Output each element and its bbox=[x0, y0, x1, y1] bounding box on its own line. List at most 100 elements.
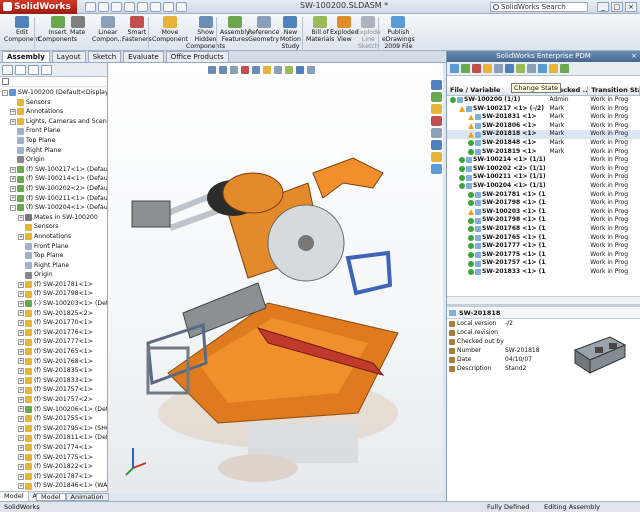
expand-toggle-icon[interactable]: + bbox=[18, 377, 24, 384]
tree-item[interactable]: + (f) SW-201765<1> bbox=[0, 347, 107, 357]
tree-item[interactable]: Right Plane bbox=[0, 261, 107, 271]
ribbon-button-move-component[interactable]: Move Component bbox=[152, 16, 188, 43]
tree-item[interactable]: + (f) SW-201781<1> bbox=[0, 280, 107, 290]
pdm-row[interactable]: SW-100202 <2> (1/1) Work in Prog bbox=[447, 165, 640, 174]
tree-item[interactable]: + (f) SW-100202<2> (Default<Di bbox=[0, 184, 107, 194]
expand-toggle-icon[interactable]: + bbox=[10, 166, 16, 173]
tree-item[interactable]: + (f) SW-201775<1> bbox=[0, 453, 107, 463]
pdm-row[interactable]: SW-201777 <1> (1/1) Work in Prog bbox=[447, 242, 640, 251]
solidworks-menu-button[interactable]: SolidWorks bbox=[0, 0, 77, 14]
pdm-row[interactable]: SW-100214 <1> (1/1) Work in Prog bbox=[447, 156, 640, 165]
close-icon[interactable]: × bbox=[625, 2, 637, 12]
expand-toggle-icon[interactable]: + bbox=[18, 454, 24, 461]
property-manager-tab-icon[interactable] bbox=[15, 64, 26, 75]
pdm-row[interactable]: SW-201781 <1> (1/1) Work in Prog bbox=[447, 191, 640, 200]
display-manager-tab-icon[interactable] bbox=[41, 64, 52, 75]
col-state[interactable]: Transition State bbox=[588, 86, 640, 95]
expand-toggle-icon[interactable]: + bbox=[18, 300, 24, 307]
tree-item[interactable]: + (f) SW-201811<1> (Default bbox=[0, 433, 107, 443]
pdm-row[interactable]: SW-201833 <1> (1/1) Work in Prog bbox=[447, 268, 640, 277]
pdm-row[interactable]: SW-201806 <1> Mark Work in Prog bbox=[447, 122, 640, 131]
expand-toggle-icon[interactable]: + bbox=[10, 108, 16, 115]
pdm-row[interactable]: SW-201798 <1> (1/1) Work in Prog bbox=[447, 216, 640, 225]
expand-toggle-icon[interactable]: + bbox=[18, 348, 24, 355]
custom-properties-icon[interactable] bbox=[431, 152, 442, 162]
tree-item[interactable]: + (f) SW-100211<1> (Default<Di bbox=[0, 194, 107, 204]
expand-toggle-icon[interactable]: + bbox=[10, 195, 16, 202]
view-palette-icon[interactable] bbox=[431, 128, 442, 138]
ribbon-button-assembly-features[interactable]: Assembly Features bbox=[220, 16, 250, 43]
tree-item[interactable]: + (f) SW-201755<1> bbox=[0, 414, 107, 424]
tree-item[interactable]: Sensors bbox=[0, 98, 107, 108]
pdm-row[interactable]: SW-201765 <1> (1/1) Work in Prog bbox=[447, 234, 640, 243]
pdm-row[interactable]: SW-201818 <1> Mark Work in Prog bbox=[447, 130, 640, 139]
history-icon[interactable] bbox=[527, 64, 536, 73]
expand-toggle-icon[interactable]: + bbox=[18, 339, 24, 346]
tree-item[interactable]: Origin bbox=[0, 155, 107, 165]
pdm-close-icon[interactable]: × bbox=[631, 51, 637, 62]
expand-toggle-icon[interactable]: - bbox=[2, 89, 8, 96]
search-results-icon[interactable] bbox=[431, 116, 442, 126]
tree-item[interactable]: + (-) SW-100203<1> (Default bbox=[0, 299, 107, 309]
open-icon[interactable] bbox=[97, 1, 109, 12]
search-vault-icon[interactable] bbox=[560, 64, 569, 73]
tab-model[interactable]: Model bbox=[0, 492, 29, 501]
pdm-row[interactable]: SW-100204 <1> (1/1) Work in Prog bbox=[447, 182, 640, 191]
tree-item[interactable]: + Annotations bbox=[0, 232, 107, 242]
expand-toggle-icon[interactable]: + bbox=[18, 310, 24, 317]
expand-toggle-icon[interactable]: + bbox=[18, 281, 24, 288]
tree-item[interactable]: + (f) SW-201774<1> bbox=[0, 443, 107, 453]
expand-toggle-icon[interactable]: + bbox=[18, 483, 24, 490]
expand-toggle-icon[interactable]: + bbox=[18, 435, 24, 442]
expand-toggle-icon[interactable]: + bbox=[18, 444, 24, 451]
graphics-area[interactable] bbox=[108, 63, 443, 493]
resources-icon[interactable] bbox=[431, 80, 442, 90]
expand-toggle-icon[interactable]: + bbox=[18, 387, 24, 394]
tree-item[interactable]: Front Plane bbox=[0, 126, 107, 136]
tab-evaluate[interactable]: Evaluate bbox=[123, 51, 164, 62]
tree-item[interactable]: + (f) SW-201825<2> bbox=[0, 309, 107, 319]
expand-toggle-icon[interactable]: + bbox=[10, 185, 16, 192]
configuration-tab-icon[interactable] bbox=[28, 64, 39, 75]
tree-item[interactable]: Origin bbox=[0, 270, 107, 280]
expand-toggle-icon[interactable]: + bbox=[10, 118, 16, 125]
new-icon[interactable] bbox=[84, 1, 96, 12]
tree-item[interactable]: + (f) SW-100214<1> (Default<Di bbox=[0, 174, 107, 184]
refresh-icon[interactable] bbox=[450, 64, 459, 73]
undo-icon[interactable] bbox=[136, 1, 148, 12]
rebuild-icon[interactable] bbox=[162, 1, 174, 12]
pdm-row[interactable]: SW-201831 <1> Mark Work in Prog bbox=[447, 113, 640, 122]
expand-toggle-icon[interactable]: + bbox=[18, 406, 24, 413]
pdm-row[interactable]: SW-201757 <1> (1/1) Work in Prog bbox=[447, 259, 640, 268]
tab-layout[interactable]: Layout bbox=[51, 51, 86, 62]
tree-item[interactable]: + (f) SW-201787<1> bbox=[0, 472, 107, 482]
pdm-row[interactable]: SW-100200 (1/1) Admin Work in Prog bbox=[447, 96, 640, 105]
undo-check-out-icon[interactable] bbox=[483, 64, 492, 73]
expand-toggle-icon[interactable]: + bbox=[18, 415, 24, 422]
pdm-row[interactable]: SW-100203 <1> (1/1) Work in Prog bbox=[447, 208, 640, 217]
tree-item[interactable]: + (f) SW-201833<1> bbox=[0, 376, 107, 386]
expand-toggle-icon[interactable]: + bbox=[18, 425, 24, 432]
tree-item[interactable]: + (f) SW-201776<1> bbox=[0, 328, 107, 338]
tree-item[interactable]: + (f) SW-201798<1> bbox=[0, 289, 107, 299]
save-icon[interactable] bbox=[110, 1, 122, 12]
pdm-row[interactable]: SW-201819 <1> Mark Work in Prog bbox=[447, 148, 640, 157]
ribbon-button-mate[interactable]: Mate bbox=[70, 16, 85, 36]
pdm-icon[interactable] bbox=[431, 164, 442, 174]
design-library-icon[interactable] bbox=[431, 92, 442, 102]
maximize-icon[interactable]: □ bbox=[611, 2, 623, 12]
select-icon[interactable] bbox=[149, 1, 161, 12]
minimize-icon[interactable]: _ bbox=[597, 2, 609, 12]
get-latest-icon[interactable] bbox=[494, 64, 503, 73]
tree-item[interactable]: - (f) SW-100204<1> (Default<D bbox=[0, 203, 107, 213]
feature-tree-tab-icon[interactable] bbox=[2, 64, 13, 75]
expand-toggle-icon[interactable]: + bbox=[18, 396, 24, 403]
ribbon-button-reference-geometry[interactable]: Reference Geometry bbox=[248, 16, 279, 43]
tab-assembly[interactable]: Assembly bbox=[2, 51, 50, 62]
expand-toggle-icon[interactable]: + bbox=[18, 233, 24, 240]
pdm-row[interactable]: SW-201798 <1> (1/1) Work in Prog bbox=[447, 199, 640, 208]
ribbon-button-publish-edrawings[interactable]: Publish eDrawings 2009 File bbox=[382, 16, 415, 50]
tree-item[interactable]: + (f) SW-201795<1> (SHOULI bbox=[0, 424, 107, 434]
ribbon-button-linear-compon[interactable]: Linear Compon... bbox=[92, 16, 124, 43]
expand-toggle-icon[interactable]: + bbox=[18, 214, 24, 221]
